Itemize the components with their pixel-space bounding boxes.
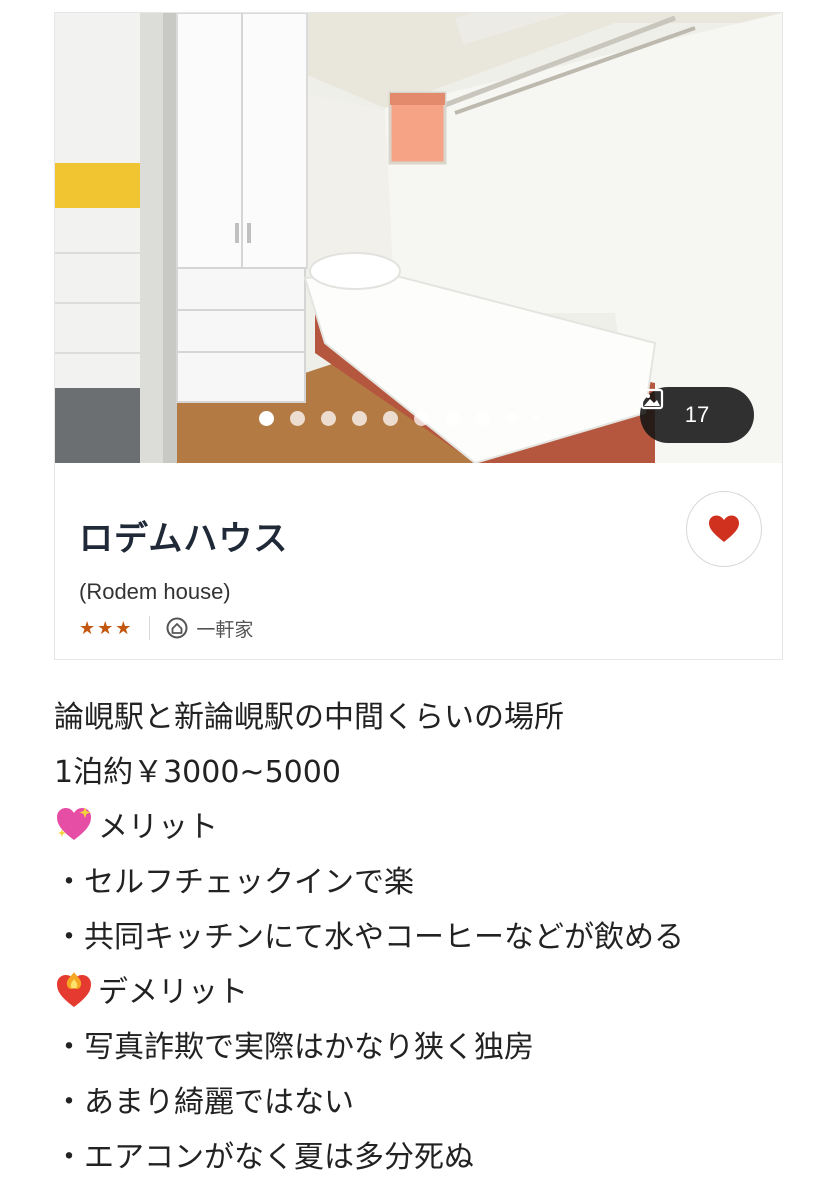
carousel-dot[interactable] <box>351 410 367 426</box>
rating-stars: ★★★ <box>79 617 134 639</box>
carousel-dot[interactable] <box>320 410 336 426</box>
demerit-item: ・あまり綺麗ではない <box>54 1085 354 1120</box>
listing-subtitle: (Rodem house) <box>79 579 231 604</box>
photo-count-button[interactable]: 17 <box>640 387 754 443</box>
carousel-dot[interactable] <box>413 410 429 426</box>
demerit-item: ・写真詐欺で実際はかなり狭く独房 <box>54 1030 534 1065</box>
heart-on-fire-icon <box>57 972 91 1007</box>
meta-divider <box>149 616 151 640</box>
carousel-dot[interactable] <box>289 410 305 426</box>
listing-card[interactable]: 17 ロデムハウス (Rodem house) ★★★ 一軒家 <box>54 12 783 660</box>
property-type: 一軒家 <box>196 618 254 641</box>
merit-item: ・共同キッチンにて水やコーヒーなどが飲める <box>54 920 684 955</box>
carousel-dot[interactable] <box>506 413 517 423</box>
merit-item: ・セルフチェックインで楽 <box>54 865 414 900</box>
demerit-item: ・エアコンがなく夏は多分死ぬ <box>54 1140 474 1175</box>
location-text: 論峴駅と新論峴駅の中間くらいの場所 <box>54 700 564 735</box>
demerits-title: デメリット <box>98 975 248 1010</box>
listing-info: ロデムハウス (Rodem house) ★★★ 一軒家 <box>55 463 782 659</box>
carousel-dot[interactable] <box>444 410 460 426</box>
carousel-dot[interactable] <box>258 410 274 426</box>
demerits-heading: デメリット <box>54 965 814 1020</box>
post-body: 論峴駅と新論峴駅の中間くらいの場所 1泊約￥3000~5000 メリット ・セル… <box>54 690 814 1185</box>
heart-icon <box>709 515 739 542</box>
image-icon <box>640 388 664 410</box>
listing-meta: ★★★ 一軒家 <box>79 613 253 643</box>
listing-photo[interactable]: 17 <box>55 13 782 463</box>
listing-title[interactable]: ロデムハウス <box>79 511 288 560</box>
photo-count: 17 <box>684 402 710 427</box>
carousel-dot[interactable] <box>475 410 491 426</box>
carousel-dot[interactable] <box>382 410 398 426</box>
carousel-dot[interactable] <box>532 415 539 421</box>
sparkling-heart-icon <box>57 807 91 840</box>
price-text: 1泊約￥3000~5000 <box>54 755 341 790</box>
favorite-button[interactable] <box>686 491 762 567</box>
house-icon <box>166 617 188 639</box>
merits-heading: メリット <box>54 800 814 855</box>
merits-title: メリット <box>98 810 218 845</box>
